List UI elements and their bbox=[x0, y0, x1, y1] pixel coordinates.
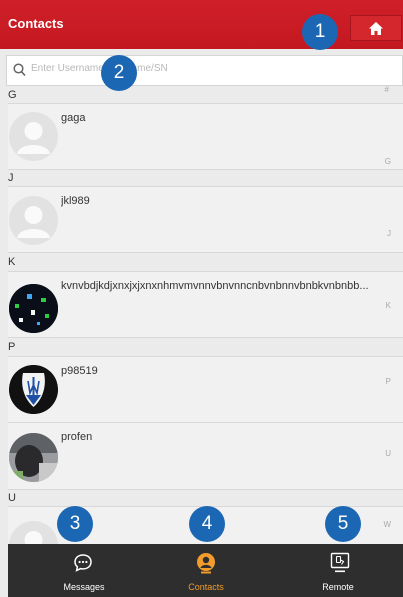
index-letter: W bbox=[383, 520, 391, 529]
contact-name: jkl989 bbox=[61, 195, 90, 207]
index-letter: J bbox=[387, 229, 391, 238]
home-button[interactable] bbox=[350, 15, 402, 41]
section-header: G bbox=[8, 89, 17, 101]
home-icon bbox=[369, 21, 383, 35]
search-bar bbox=[6, 55, 403, 86]
tab-contacts[interactable]: Contacts bbox=[141, 544, 271, 597]
bottom-nav: Messages Contacts Remote bbox=[8, 544, 403, 597]
callout-1: 1 bbox=[302, 14, 338, 50]
remote-icon bbox=[330, 552, 350, 573]
app-header: Contacts bbox=[0, 0, 403, 49]
page-title: Contacts bbox=[8, 16, 64, 31]
list-item[interactable]: profen U bbox=[8, 422, 403, 490]
maserati-logo-avatar bbox=[9, 365, 58, 414]
tab-label: Contacts bbox=[188, 582, 224, 592]
chat-bubble-icon bbox=[74, 554, 92, 572]
callout-4: 4 bbox=[189, 506, 225, 542]
section-header: P bbox=[8, 341, 16, 353]
contacts-icon bbox=[197, 553, 215, 574]
photo-avatar bbox=[9, 284, 58, 333]
contact-name: kvnvbdjkdjxnxjxjxnxnhmvmvnnvbnvnncnbvnbn… bbox=[61, 280, 369, 292]
search-icon bbox=[13, 63, 26, 77]
photo-avatar bbox=[9, 433, 58, 482]
callout-2: 2 bbox=[101, 55, 137, 91]
section-header: U bbox=[8, 492, 16, 504]
default-avatar bbox=[9, 112, 58, 161]
tab-label: Messages bbox=[63, 582, 105, 592]
contact-name: profen bbox=[61, 431, 93, 443]
callout-3: 3 bbox=[57, 506, 93, 542]
index-letter: U bbox=[385, 449, 391, 458]
callout-5: 5 bbox=[325, 506, 361, 542]
tab-label: Remote bbox=[322, 582, 354, 592]
tab-remote[interactable]: Remote bbox=[273, 544, 403, 597]
section-header: J bbox=[8, 172, 14, 184]
index-letter: K bbox=[385, 301, 391, 310]
tab-messages[interactable]: Messages bbox=[19, 544, 149, 597]
list-item[interactable]: gaga G bbox=[8, 103, 403, 170]
contact-name: p98519 bbox=[61, 365, 98, 377]
list-item[interactable]: jkl989 J bbox=[8, 186, 403, 253]
list-item[interactable]: kvnvbdjkdjxnxjxjxnxnhmvmvnnvbnvnncnbvnbn… bbox=[8, 271, 403, 338]
list-item[interactable]: p98519 P bbox=[8, 356, 403, 423]
index-letter: G bbox=[384, 157, 391, 166]
search-input[interactable] bbox=[29, 62, 393, 75]
section-header: K bbox=[8, 256, 16, 268]
default-avatar bbox=[9, 196, 58, 245]
index-letter: P bbox=[385, 377, 391, 386]
contact-name: gaga bbox=[61, 112, 86, 124]
